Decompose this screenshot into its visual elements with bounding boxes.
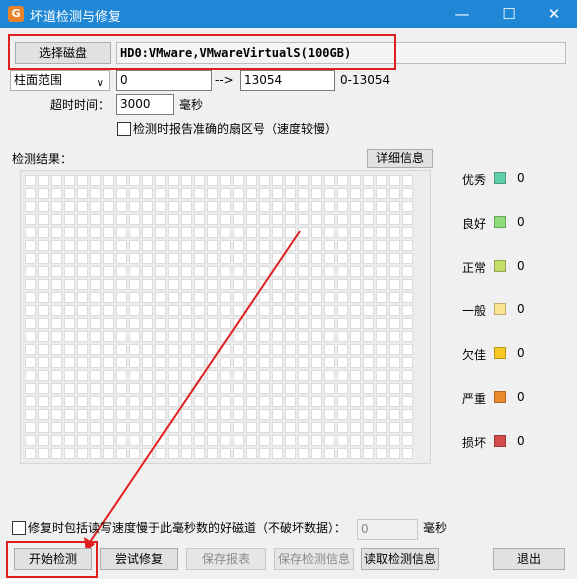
exit-button[interactable]: 退出	[493, 548, 565, 570]
repair-threshold-unit: 毫秒	[423, 521, 448, 535]
load-scan-info-button[interactable]: 读取检测信息	[361, 548, 439, 570]
annotation-arrow	[84, 230, 301, 552]
save-report-button[interactable]: 保存报表	[186, 548, 266, 570]
repair-threshold-input[interactable]: 0	[357, 519, 418, 540]
repair-slow-label: 修复时包括读写速度慢于此毫秒数的好磁道（不破坏数据）：	[28, 521, 347, 535]
try-repair-button[interactable]: 尝试修复	[100, 548, 178, 570]
repair-slow-checkbox[interactable]	[12, 521, 26, 535]
start-scan-button[interactable]: 开始检测	[14, 548, 92, 570]
save-scan-info-button[interactable]: 保存检测信息	[274, 548, 354, 570]
